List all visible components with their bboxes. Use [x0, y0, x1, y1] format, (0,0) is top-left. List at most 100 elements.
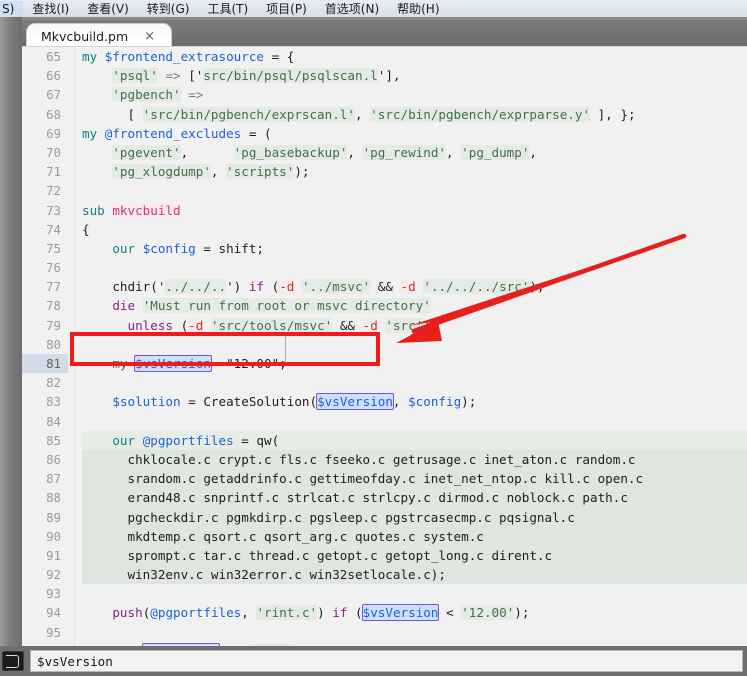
token-plain: pgcheckdir.c pgmkdirp.c pgsleep.c pgstrc… — [127, 509, 575, 525]
code-line[interactable]: 73 sub mkvcbuild — [22, 200, 747, 220]
code-text[interactable] — [82, 181, 747, 200]
code-text[interactable] — [82, 623, 747, 642]
code-text[interactable] — [82, 584, 747, 603]
code-text[interactable]: sprompt.c tar.c thread.c getopt.c getopt… — [82, 545, 747, 566]
menu-item-6[interactable]: 首选项(N) — [316, 1, 388, 17]
code-text[interactable]: 'pgbench' => — [82, 85, 747, 104]
code-line[interactable]: 77 chdir('../../..') if (-d '../msvc' &&… — [22, 277, 747, 297]
token-plain: , — [180, 144, 234, 160]
code-line[interactable]: 69 my @frontend_excludes = ( — [22, 123, 747, 143]
code-text[interactable]: 'psql' => ['src/bin/psql/psqlscan.l'], — [82, 66, 747, 85]
code-text[interactable]: my @frontend_excludes = ( — [82, 124, 747, 143]
code-line[interactable]: 92 win32env.c win32error.c win32setlocal… — [22, 565, 747, 585]
menu-item-7[interactable]: 帮助(H) — [388, 1, 448, 17]
code-text[interactable]: win32env.c win32error.c win32setlocale.c… — [82, 565, 747, 585]
code-line[interactable]: 70 'pgevent', 'pg_basebackup', 'pg_rewin… — [22, 142, 747, 163]
code-line[interactable]: 65 my $frontend_extrasource = { — [22, 47, 747, 67]
code-line[interactable]: 89 pgcheckdir.c pgmkdirp.c pgsleep.c pgs… — [22, 507, 747, 527]
code-line[interactable]: 94 push(@pgportfiles, 'rint.c') if ($vsV… — [22, 603, 747, 623]
code-line[interactable]: 67 'pgbench' => — [22, 85, 747, 105]
code-text[interactable]: pgcheckdir.c pgmkdirp.c pgsleep.c pgstrc… — [82, 507, 747, 527]
code-line[interactable]: 90 mkdtemp.c qsort.c qsort_arg.c quotes.… — [22, 526, 747, 546]
token-kw: my — [112, 356, 128, 371]
application-window: S) 查找(I) 查看(V) 转到(G) 工具(T) 项目(P) 首选项(N) 帮助(H) M… — [0, 0, 747, 676]
code-line[interactable]: 93 — [22, 584, 747, 604]
code-text[interactable]: [ 'src/bin/pgbench/exprscan.l', 'src/bin… — [82, 105, 747, 124]
code-line[interactable]: 95 — [22, 622, 747, 642]
code-text[interactable]: sub mkvcbuild — [82, 201, 747, 220]
token-str: 'pgbench' — [112, 87, 181, 103]
code-line[interactable]: 75 our $config = shift; — [22, 238, 747, 259]
code-text[interactable]: 'pgevent', 'pg_basebackup', 'pg_rewind',… — [82, 143, 747, 162]
code-line[interactable]: 84 — [22, 411, 747, 431]
code-text[interactable]: erand48.c snprintf.c strlcat.c strlcpy.c… — [82, 488, 747, 508]
code-line[interactable]: 82 — [22, 373, 747, 393]
token-plain: ); — [294, 164, 310, 180]
code-line[interactable]: 85 our @pgportfiles = qw( — [22, 430, 747, 450]
code-text[interactable]: { — [82, 220, 747, 239]
code-text[interactable] — [82, 412, 747, 431]
occurrence-vsversion: $vsVersion — [316, 393, 394, 411]
token-flag: -d — [362, 317, 378, 333]
close-icon[interactable]: × — [144, 30, 155, 43]
code-editor[interactable]: 65 my $frontend_extrasource = {66 'psql' … — [22, 46, 747, 647]
menu-item-5[interactable]: 项目(P) — [257, 1, 316, 17]
token-str: 'pgevent' — [112, 144, 181, 160]
code-text[interactable]: chdir('../../..') if (-d '../msvc' && -d… — [82, 277, 747, 296]
code-line[interactable]: 79 unless (-d 'src/tools/msvc' && -d 'sr… — [22, 315, 747, 335]
code-text[interactable] — [82, 373, 747, 392]
tab-label: Mkvcbuild.pm — [41, 28, 129, 44]
token-var: $config — [142, 240, 196, 256]
code-text[interactable]: my $vsVersion ="12.00"; — [82, 354, 747, 373]
token-plain: win32env.c win32error.c win32setlocale.c — [127, 567, 431, 583]
line-number: 85 — [22, 430, 68, 450]
code-line[interactable]: 76 — [22, 258, 747, 278]
code-text[interactable]: srandom.c getaddrinfo.c gettimeofday.c i… — [82, 469, 747, 489]
token-plain: , — [347, 144, 363, 160]
line-number: 71 — [22, 162, 68, 182]
code-line[interactable]: 72 — [22, 181, 747, 201]
code-line[interactable]: 71 'pg_xlogdump', 'scripts'); — [22, 162, 747, 182]
line-number: 78 — [22, 296, 68, 316]
code-line[interactable]: 78 die 'Must run from root or msvc direc… — [22, 296, 747, 316]
code-text[interactable]: chklocale.c crypt.c fls.c fseeko.c getru… — [82, 449, 747, 470]
code-line[interactable]: 91 sprompt.c tar.c thread.c getopt.c get… — [22, 545, 747, 566]
code-line[interactable]: 68 [ 'src/bin/pgbench/exprscan.l', 'src/… — [22, 104, 747, 124]
menu-item-3[interactable]: 转到(G) — [138, 1, 199, 17]
code-text[interactable]: die 'Must run from root or msvc director… — [82, 296, 747, 315]
menu-item-2[interactable]: 查看(V) — [78, 1, 138, 17]
code-line[interactable]: 87 srandom.c getaddrinfo.c gettimeofday.… — [22, 469, 747, 489]
token-plain: ); — [461, 394, 477, 410]
line-number: 66 — [22, 66, 68, 86]
menu-item-0[interactable]: S) — [0, 0, 24, 17]
code-line[interactable]: 80 — [22, 334, 747, 354]
token-str: 'Must run from root or msvc directory' — [142, 298, 431, 314]
code-text[interactable]: push(@pgportfiles, 'rint.c') if ($vsVers… — [82, 603, 747, 622]
code-line[interactable]: 74 { — [22, 219, 747, 239]
code-line[interactable]: 81 my $vsVersion ="12.00"; — [22, 354, 747, 374]
token-kw: my — [82, 49, 98, 64]
code-text[interactable]: 'pg_xlogdump', 'scripts'); — [82, 162, 747, 181]
code-text[interactable]: my $frontend_extrasource = { — [82, 47, 747, 66]
line-number: 79 — [22, 315, 68, 335]
status-search-field[interactable]: $vsVersion — [30, 650, 743, 672]
code-text[interactable] — [82, 335, 747, 354]
token-str: 'src/bin/pgbench/exprparse.y' — [370, 106, 591, 122]
code-line[interactable]: 88 erand48.c snprintf.c strlcat.c strlcp… — [22, 488, 747, 508]
code-text[interactable]: our @pgportfiles = qw( — [82, 430, 747, 450]
code-text[interactable]: $solution = CreateSolution($vsVersion, $… — [82, 392, 747, 411]
code-line[interactable]: 86 chklocale.c crypt.c fls.c fseeko.c ge… — [22, 449, 747, 470]
code-text[interactable]: our $config = shift; — [82, 239, 747, 258]
code-line[interactable]: 83 $solution = CreateSolution($vsVersion… — [22, 392, 747, 412]
menu-item-4[interactable]: 工具(T) — [198, 1, 257, 17]
code-line[interactable]: 66 'psql' => ['src/bin/psql/psqlscan.l']… — [22, 66, 747, 86]
tab-mkvcbuild-pm[interactable]: Mkvcbuild.pm × — [26, 23, 172, 48]
menu-item-1[interactable]: 查找(I) — [23, 1, 78, 17]
code-text[interactable]: unless (-d 'src/tools/msvc' && -d 'src')… — [82, 316, 747, 335]
token-kw: sub — [82, 202, 105, 218]
token-plain: ( — [347, 605, 363, 621]
code-text[interactable]: mkdtemp.c qsort.c qsort_arg.c quotes.c s… — [82, 526, 747, 546]
code-text[interactable] — [82, 258, 747, 277]
